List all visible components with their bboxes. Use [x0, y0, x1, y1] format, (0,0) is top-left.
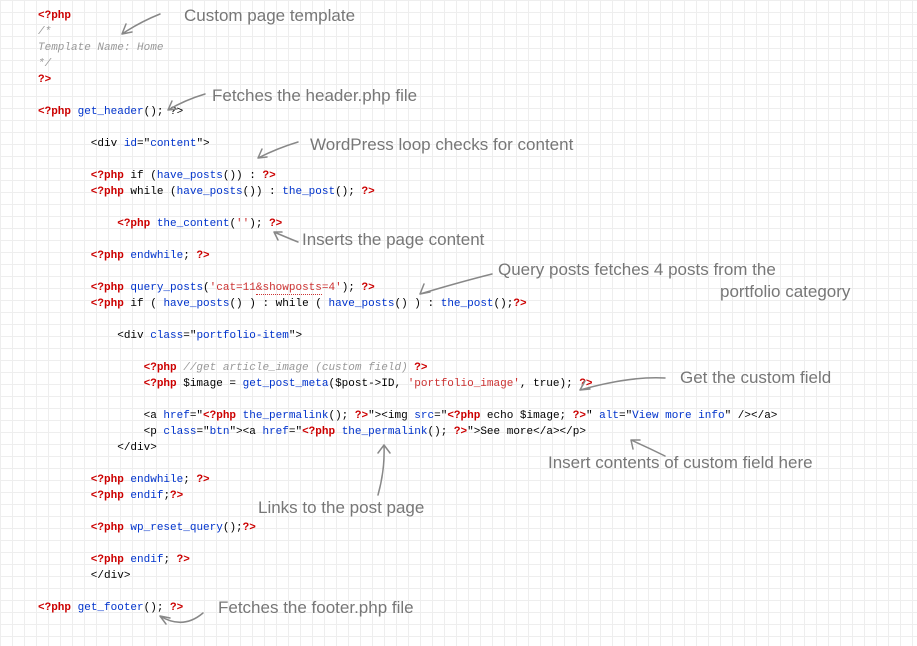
annotation-loop: WordPress loop checks for content	[310, 137, 573, 153]
annotation-footer: Fetches the footer.php file	[218, 600, 414, 616]
annotation-insert: Insert contents of custom field here	[548, 455, 813, 471]
code-line: */	[38, 56, 917, 72]
code-line: Template Name: Home	[38, 40, 917, 56]
code-line: ?>	[38, 72, 917, 88]
arrow-icon	[625, 438, 675, 463]
code-line: <?php endwhile; ?>	[38, 248, 917, 264]
arrow-icon	[160, 92, 210, 117]
php-open-tag: <?php	[38, 10, 71, 22]
arrow-icon	[270, 228, 305, 252]
code-line: <?php endif; ?>	[38, 552, 917, 568]
code-line: </div>	[38, 568, 917, 584]
annotation-header: Fetches the header.php file	[212, 88, 417, 104]
code-line: <?php endif;?>	[38, 488, 917, 504]
annotation-link: Links to the post page	[258, 500, 424, 516]
code-line: <?php while (have_posts()) : the_post();…	[38, 184, 917, 200]
annotation-template: Custom page template	[184, 8, 355, 24]
code-line: <?php endwhile; ?>	[38, 472, 917, 488]
code-line: <?php if (have_posts()) : ?>	[38, 168, 917, 184]
code-line: <a href="<?php the_permalink(); ?>"><img…	[38, 408, 917, 424]
arrow-icon	[570, 372, 675, 397]
arrow-icon	[110, 12, 170, 42]
arrow-icon	[370, 440, 410, 500]
arrow-icon	[148, 608, 208, 638]
annotation-customfield: Get the custom field	[680, 370, 831, 386]
annotation-query: Query posts fetches 4 posts from the	[498, 262, 776, 278]
arrow-icon	[250, 140, 305, 165]
annotation-content: Inserts the page content	[302, 232, 484, 248]
code-line: <div class="portfolio-item">	[38, 328, 917, 344]
arrow-icon	[410, 272, 500, 300]
annotation-query2: portfolio category	[720, 284, 850, 300]
php-close-tag: ?>	[38, 74, 51, 86]
code-line: <?php wp_reset_query();?>	[38, 520, 917, 536]
code-line: <p class="btn"><a href="<?php the_permal…	[38, 424, 917, 440]
